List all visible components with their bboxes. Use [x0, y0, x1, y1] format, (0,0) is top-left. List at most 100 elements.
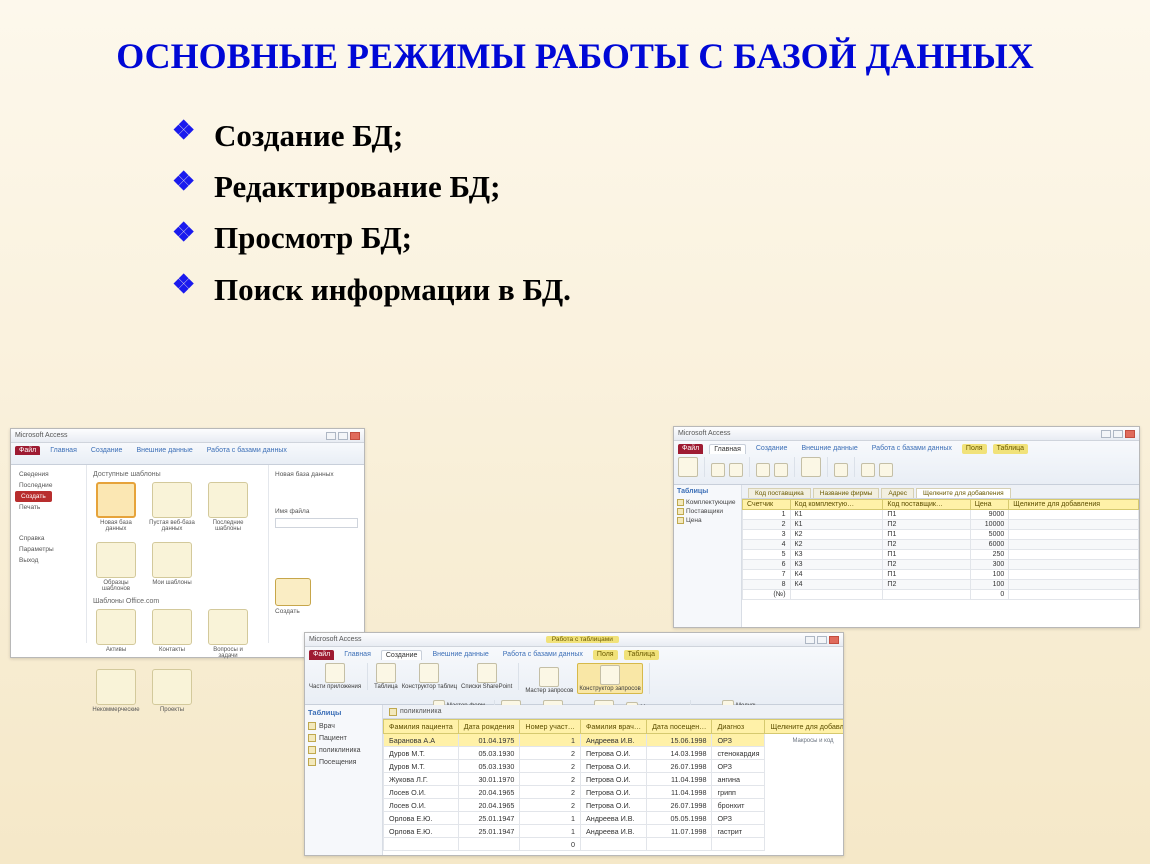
cell[interactable]: 0: [520, 838, 581, 851]
cell[interactable]: П1: [883, 510, 970, 520]
tab-dbtools[interactable]: Работа с базами данных: [499, 650, 587, 660]
doc-tab[interactable]: Код поставщика: [748, 488, 811, 498]
cell[interactable]: (№): [743, 590, 791, 600]
minimize-button[interactable]: [1101, 430, 1111, 438]
template-item[interactable]: Проекты: [149, 669, 195, 713]
cell[interactable]: ОРЗ: [712, 734, 765, 747]
cell[interactable]: К4: [790, 570, 883, 580]
minimize-button[interactable]: [326, 432, 336, 440]
tab-table[interactable]: Таблица: [624, 650, 659, 660]
cell[interactable]: Петрова О.И.: [580, 786, 646, 799]
template-item[interactable]: Активы: [93, 609, 139, 659]
cell[interactable]: 25.01.1947: [458, 812, 520, 825]
column-header[interactable]: Фамилия врач…: [580, 720, 646, 734]
cell[interactable]: [647, 838, 712, 851]
cell[interactable]: П2: [883, 520, 970, 530]
table-row[interactable]: 3К2П15000: [743, 530, 1139, 540]
column-header[interactable]: Щелкните для добавления: [1009, 500, 1139, 510]
cell[interactable]: П2: [883, 560, 970, 570]
column-header[interactable]: Код комплектую…: [790, 500, 883, 510]
cell[interactable]: 10000: [970, 520, 1009, 530]
doc-tab[interactable]: поликлиника: [383, 705, 843, 719]
cell[interactable]: Петрова О.И.: [580, 747, 646, 760]
cell[interactable]: [712, 838, 765, 851]
cell[interactable]: 30.01.1970: [458, 773, 520, 786]
ribbon-button[interactable]: [678, 457, 698, 477]
cell[interactable]: П2: [883, 580, 970, 590]
column-header[interactable]: Дата рождения: [458, 720, 520, 734]
cell[interactable]: К4: [790, 580, 883, 590]
cell[interactable]: бронхит: [712, 799, 765, 812]
tab-dbtools[interactable]: Работа с базами данных: [203, 446, 291, 455]
cell[interactable]: П1: [883, 570, 970, 580]
ribbon-button[interactable]: Части приложения: [309, 663, 361, 690]
cell[interactable]: 7: [743, 570, 791, 580]
doc-tab[interactable]: Название фирмы: [813, 488, 880, 498]
template-item[interactable]: Мои шаблоны: [149, 542, 195, 592]
cell[interactable]: [1009, 520, 1139, 530]
column-header[interactable]: Счетчик: [743, 500, 791, 510]
ribbon-button[interactable]: Мастер запросов: [525, 667, 573, 694]
cell[interactable]: Андреева И.В.: [580, 825, 646, 838]
tab-dbtools[interactable]: Работа с базами данных: [868, 444, 956, 454]
cell[interactable]: 1: [520, 812, 581, 825]
minimize-button[interactable]: [805, 636, 815, 644]
cell[interactable]: П2: [883, 540, 970, 550]
table-row[interactable]: 6К3П2300: [743, 560, 1139, 570]
nav-item-active[interactable]: Создать: [15, 491, 52, 502]
ribbon-button[interactable]: Конструктор таблиц: [402, 663, 457, 690]
table-row[interactable]: 4К2П26000: [743, 540, 1139, 550]
cell[interactable]: 01.04.1975: [458, 734, 520, 747]
tab-home[interactable]: Главная: [340, 650, 375, 660]
cell[interactable]: 2: [743, 520, 791, 530]
cell[interactable]: [1009, 590, 1139, 600]
cell[interactable]: П1: [883, 550, 970, 560]
cell[interactable]: К1: [790, 510, 883, 520]
cell[interactable]: 2: [520, 760, 581, 773]
nav-item[interactable]: Посещения: [308, 756, 379, 768]
close-button[interactable]: [1125, 430, 1135, 438]
tab-home[interactable]: Главная: [709, 444, 746, 454]
column-header[interactable]: Диагноз: [712, 720, 765, 734]
cell[interactable]: [1009, 560, 1139, 570]
cell[interactable]: 9000: [970, 510, 1009, 520]
ribbon-button[interactable]: [834, 463, 848, 477]
cell[interactable]: [1009, 510, 1139, 520]
tab-file[interactable]: Файл: [309, 650, 334, 660]
cell[interactable]: [1009, 580, 1139, 590]
tab-home[interactable]: Главная: [46, 446, 81, 455]
template-item[interactable]: Вопросы и задачи: [205, 609, 251, 659]
create-button[interactable]: [275, 578, 311, 606]
cell[interactable]: 250: [970, 550, 1009, 560]
table-row[interactable]: 1К1П19000: [743, 510, 1139, 520]
maximize-button[interactable]: [338, 432, 348, 440]
cell[interactable]: ангина: [712, 773, 765, 786]
nav-item[interactable]: поликлиника: [308, 744, 379, 756]
cell[interactable]: К2: [790, 530, 883, 540]
data-table[interactable]: СчетчикКод комплектую…Код поставщик…Цена…: [742, 499, 1139, 600]
ribbon-button[interactable]: [729, 463, 743, 477]
tab-create[interactable]: Создание: [87, 446, 127, 455]
table-row[interactable]: 8К4П2100: [743, 580, 1139, 590]
column-header[interactable]: Номер участ…: [520, 720, 581, 734]
template-item[interactable]: Образцы шаблонов: [93, 542, 139, 592]
ribbon-button[interactable]: [801, 457, 821, 477]
cell[interactable]: К1: [790, 520, 883, 530]
cell[interactable]: Лосев О.И.: [384, 786, 459, 799]
tab-file[interactable]: Файл: [678, 444, 703, 454]
cell[interactable]: 100: [970, 580, 1009, 590]
cell[interactable]: 11.07.1998: [647, 825, 712, 838]
ribbon-button[interactable]: [861, 463, 875, 477]
cell[interactable]: 6000: [970, 540, 1009, 550]
cell[interactable]: 2: [520, 773, 581, 786]
column-header[interactable]: Фамилия пациента: [384, 720, 459, 734]
cell[interactable]: Жукова Л.Г.: [384, 773, 459, 786]
nav-item[interactable]: Выход: [15, 555, 82, 566]
cell[interactable]: 2: [520, 786, 581, 799]
cell[interactable]: Дуров М.Т.: [384, 760, 459, 773]
cell[interactable]: [1009, 570, 1139, 580]
cell[interactable]: 1: [743, 510, 791, 520]
table-row[interactable]: 2К1П210000: [743, 520, 1139, 530]
ribbon-button[interactable]: [711, 463, 725, 477]
tab-table[interactable]: Таблица: [993, 444, 1028, 454]
